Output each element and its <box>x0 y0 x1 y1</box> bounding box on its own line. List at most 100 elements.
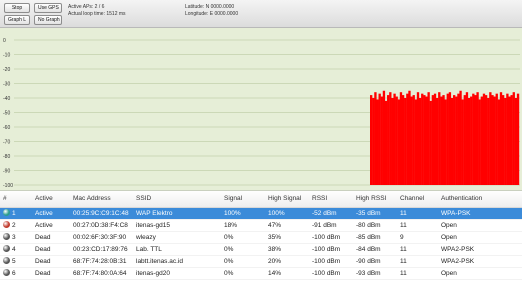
col-header-active[interactable]: Active <box>32 191 70 208</box>
signal-bar <box>435 98 439 185</box>
signal-bar <box>512 92 515 185</box>
col-header-rssi[interactable]: RSSI <box>309 191 353 208</box>
no-graph-button[interactable]: No Graph <box>34 15 62 25</box>
signal-bar <box>425 96 428 185</box>
signal-bar <box>467 98 471 185</box>
cell-high-signal: 20% <box>268 258 282 265</box>
signal-bar <box>418 98 422 185</box>
signal-bar <box>491 95 494 185</box>
cell-signal: 0% <box>224 258 234 265</box>
cell-signal: 0% <box>224 270 234 277</box>
table-row[interactable]: 1 Active 00:25:9C:C9:1C:48 WAP Elektro 100% 1… <box>0 207 522 220</box>
signal-bar <box>504 98 507 185</box>
signal-bar <box>389 92 392 185</box>
cell-channel: 9 <box>400 234 404 241</box>
table-row[interactable]: 6 Dead 68:7F:74:80:0A:64 itenas-gd20 0% 14% -1… <box>0 268 522 280</box>
col-header-channel[interactable]: Channel <box>397 191 438 208</box>
signal-bar <box>459 90 462 185</box>
signal-bar <box>406 93 409 185</box>
signal-bar <box>404 98 407 185</box>
signal-bar <box>508 96 511 185</box>
signal-bar <box>472 93 475 185</box>
loop-time-text: Actual loop time: 1512 ms <box>68 11 126 17</box>
signal-bar <box>372 98 375 185</box>
signal-bar <box>484 95 488 185</box>
col-header-mac[interactable]: Mac Address <box>70 191 133 208</box>
active-aps-text: Active APs: 2 / 6 <box>68 4 105 10</box>
signal-bar <box>408 90 411 185</box>
cell-active: Dead <box>35 246 51 253</box>
y-tick-label: 0 <box>3 38 6 44</box>
cell-mac: 00:02:6F:30:3F:90 <box>73 234 127 241</box>
cell-high-rssi: -80 dBm <box>356 222 381 229</box>
cell-auth: Open <box>441 270 457 277</box>
signal-bar <box>444 99 447 185</box>
row-number: 1 <box>12 210 16 217</box>
table-row[interactable]: 5 Dead 68:7F:74:28:0B:31 labtt.itenas.ac.id… <box>0 256 522 268</box>
signal-bar <box>391 98 394 185</box>
row-number: 5 <box>12 258 16 265</box>
y-tick-label: -20 <box>3 67 10 73</box>
signal-bar <box>410 96 413 185</box>
y-tick-label: -100 <box>3 183 13 189</box>
graph-button[interactable]: Graph L <box>4 15 30 25</box>
cell-high-rssi: -85 dBm <box>356 234 381 241</box>
signal-bar <box>501 95 505 185</box>
signal-bar <box>438 92 441 185</box>
signal-bar <box>489 92 492 185</box>
signal-bar <box>516 93 520 185</box>
cell-num: 1 <box>0 207 32 220</box>
cell-ssid: itenas-gd20 <box>136 270 170 277</box>
signal-bar <box>395 96 398 185</box>
col-header-num[interactable]: # <box>0 191 32 208</box>
row-number: 4 <box>12 246 16 253</box>
status-dead-icon <box>3 245 10 252</box>
col-header-ssid[interactable]: SSID <box>133 191 221 208</box>
cell-high-signal: 14% <box>268 270 282 277</box>
row-number: 6 <box>12 270 16 277</box>
use-gps-button[interactable]: Use GPS <box>34 3 62 13</box>
signal-bar <box>433 93 437 185</box>
y-tick-label: -70 <box>3 140 10 146</box>
cell-mac: 00:23:CD:17:89:76 <box>73 246 128 253</box>
signal-bar <box>450 98 454 185</box>
status-dead-icon <box>3 269 10 276</box>
signal-bar <box>461 99 464 185</box>
signal-bar <box>514 98 518 185</box>
cell-auth: WPA-PSK <box>438 207 522 220</box>
cell-signal: 100% <box>221 207 265 220</box>
table-row[interactable]: 2 Active 00:27:0D:38:F4:C8 itenas-gd15 18% 47… <box>0 220 522 232</box>
stop-button[interactable]: Stop <box>4 3 30 13</box>
signal-graph: 0 -10 -20 -30 -40 -50 -60 -70 -80 -90 -100 <box>0 28 522 191</box>
signal-graph-svg: 0 -10 -20 -30 -40 -50 -60 -70 -80 -90 -100 <box>3 38 520 189</box>
cell-active: Dead <box>35 270 51 277</box>
cell-high-rssi: -84 dBm <box>356 246 381 253</box>
cell-ssid: Lab. TTL <box>136 246 162 253</box>
table-row[interactable]: 4 Dead 00:23:CD:17:89:76 Lab. TTL 0% 38% -100 … <box>0 244 522 256</box>
cell-rssi: -100 dBm <box>312 270 341 277</box>
row-number: 2 <box>12 222 16 229</box>
cell-channel: 11 <box>400 222 407 229</box>
signal-bar <box>470 96 473 185</box>
cell-rssi: -100 dBm <box>312 258 341 265</box>
cell-auth: Open <box>441 234 457 241</box>
cell-auth: WPA2-PSK <box>441 246 475 253</box>
col-header-high-signal[interactable]: High Signal <box>265 191 309 208</box>
table-row[interactable]: 3 Dead 00:02:6F:30:3F:90 wleazy 0% 35% -100 dB… <box>0 232 522 244</box>
cell-high-signal: 35% <box>268 234 282 241</box>
signal-bar <box>414 99 418 185</box>
signal-bar <box>412 95 415 185</box>
cell-mac: 00:27:0D:38:F4:C8 <box>73 222 128 229</box>
cell-rssi: -100 dBm <box>312 246 341 253</box>
signal-bar <box>378 93 381 185</box>
col-header-high-rssi[interactable]: High RSSI <box>353 191 397 208</box>
latitude-text: Latitude: N 0000.0000 <box>185 4 235 10</box>
status-active-icon <box>3 221 10 228</box>
cell-num: 5 <box>0 256 32 268</box>
signal-bar <box>478 99 481 185</box>
cell-rssi: -91 dBm <box>312 222 337 229</box>
cell-rssi: -52 dBm <box>309 207 353 220</box>
col-header-auth[interactable]: Authentication <box>438 191 522 208</box>
cell-channel: 11 <box>400 246 407 253</box>
col-header-signal[interactable]: Signal <box>221 191 265 208</box>
